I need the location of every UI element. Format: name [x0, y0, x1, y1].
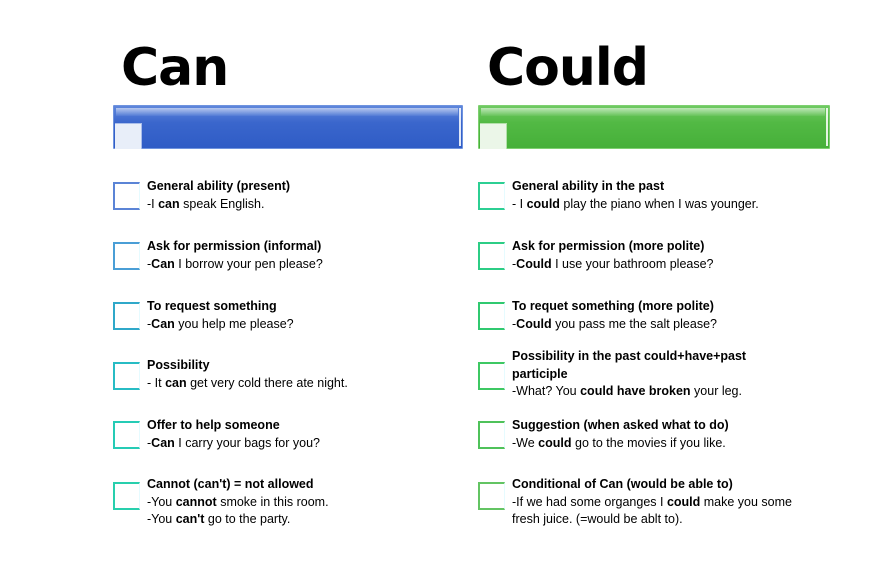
bullet-box-icon — [478, 242, 505, 270]
example-text: you help me please? — [174, 316, 294, 331]
modal-verb: Can — [151, 435, 175, 450]
example-text: your leg. — [690, 384, 742, 398]
can-bar-chip — [115, 123, 142, 149]
usage-title: Ask for permission (more polite) — [512, 239, 705, 253]
usage-title: To requet something (more polite) — [512, 299, 714, 313]
usage-example: fresh juice. (=would be ablt to). — [512, 511, 792, 529]
usage-text: Ask for permission (more polite) -Could I… — [512, 238, 714, 273]
modal-verb: Could — [516, 316, 552, 331]
example-text: get very cold there ate night. — [186, 375, 348, 390]
bullet-box-icon — [113, 182, 140, 210]
could-bar-chip — [480, 123, 507, 149]
modal-verb: can — [165, 375, 187, 390]
usage-title: Possibility — [147, 358, 210, 372]
bullet-box-icon — [113, 362, 140, 390]
example-text: go to the movies if you like. — [571, 435, 726, 450]
usage-example: -I can speak English. — [147, 196, 290, 214]
example-text: fresh juice. (=would be ablt to). — [512, 512, 683, 526]
usage-title: To request something — [147, 299, 277, 313]
example-text: -You — [147, 494, 176, 509]
usage-text: To request something -Can you help me ple… — [147, 298, 294, 333]
modal-verb: could — [526, 196, 560, 211]
modal-verb: cannot — [175, 494, 217, 509]
bullet-box-icon — [113, 482, 140, 510]
example-text: -You — [147, 512, 176, 526]
usage-example: -Could I use your bathroom please? — [512, 256, 714, 274]
usage-title: Conditional of Can (would be able to) — [512, 477, 733, 491]
bullet-box-icon — [478, 302, 505, 330]
usage-title: General ability (present) — [147, 179, 291, 193]
usage-text: Ask for permission (informal) -Can I borr… — [147, 238, 323, 273]
example-text: make you some — [700, 494, 793, 509]
usage-text: Suggestion (when asked what to do) -We co… — [512, 417, 729, 452]
usage-title: Possibility in the past could+have+past — [512, 349, 747, 363]
bullet-box-icon — [478, 482, 505, 510]
usage-text: General ability (present) -I can speak En… — [147, 178, 290, 213]
usage-example: - I could play the piano when I was youn… — [512, 196, 759, 214]
modal-verb: Can — [151, 316, 175, 331]
can-header-bar — [113, 105, 463, 149]
modal-verb: could have broken — [580, 384, 691, 398]
bullet-box-icon — [113, 242, 140, 270]
modal-verb: could — [666, 494, 701, 509]
example-text: - It — [147, 375, 166, 390]
usage-title: Cannot (can't) = not allowed — [147, 477, 314, 491]
example-text: speak English. — [179, 196, 265, 211]
modal-verb: could — [538, 435, 572, 450]
usage-example: - It can get very cold there ate night. — [147, 375, 348, 393]
example-text: I use your bathroom please? — [551, 256, 714, 271]
usage-text: Cannot (can't) = not allowed -You cannot … — [147, 476, 329, 529]
usage-text: Conditional of Can (would be able to) -If… — [512, 476, 792, 529]
usage-example: -Could you pass me the salt please? — [512, 316, 717, 334]
usage-title: Ask for permission (informal) — [147, 239, 322, 253]
bullet-box-icon — [113, 302, 140, 330]
example-text: smoke in this room. — [216, 494, 329, 509]
usage-example: -Can I borrow your pen please? — [147, 256, 323, 274]
example-text: -If we had some organges I — [512, 494, 667, 509]
usage-example: -If we had some organges I could make yo… — [512, 494, 792, 512]
usage-text: General ability in the past - I could pla… — [512, 178, 759, 213]
usage-example: -We could go to the movies if you like. — [512, 435, 729, 453]
bullet-box-icon — [478, 182, 505, 210]
heading-could: Could — [487, 38, 649, 98]
heading-can: Can — [121, 38, 229, 98]
usage-example: -What? You could have broken your leg. — [512, 383, 746, 401]
usage-title: Suggestion (when asked what to do) — [512, 418, 729, 432]
modal-verb: Can — [151, 256, 175, 271]
modal-verb: can — [158, 196, 180, 211]
bullet-box-icon — [478, 362, 505, 390]
example-text: -I — [147, 196, 159, 211]
usage-title: Offer to help someone — [147, 418, 280, 432]
usage-title-continued: participle — [512, 366, 568, 381]
usage-text: Possibility - It can get very cold there … — [147, 357, 348, 392]
example-text: -We — [512, 435, 539, 450]
bullet-box-icon — [113, 421, 140, 449]
example-text: - I — [512, 196, 527, 211]
usage-example: -Can I carry your bags for you? — [147, 435, 320, 453]
example-text: you pass me the salt please? — [551, 316, 717, 331]
could-header-bar — [478, 105, 830, 149]
modal-verb: Could — [516, 256, 552, 271]
example-text: I carry your bags for you? — [174, 435, 320, 450]
usage-title: General ability in the past — [512, 179, 665, 193]
usage-example: -You can't go to the party. — [147, 511, 329, 529]
modal-verb: can't — [175, 512, 205, 526]
usage-text: Possibility in the past could+have+past p… — [512, 348, 746, 401]
example-text: -What? You — [512, 384, 581, 398]
usage-text: Offer to help someone -Can I carry your b… — [147, 417, 320, 452]
usage-text: To requet something (more polite) -Could … — [512, 298, 717, 333]
example-text: play the piano when I was younger. — [559, 196, 759, 211]
example-text: I borrow your pen please? — [174, 256, 323, 271]
bullet-box-icon — [478, 421, 505, 449]
usage-example: -Can you help me please? — [147, 316, 294, 334]
example-text: go to the party. — [204, 512, 291, 526]
usage-example: -You cannot smoke in this room. — [147, 494, 329, 512]
